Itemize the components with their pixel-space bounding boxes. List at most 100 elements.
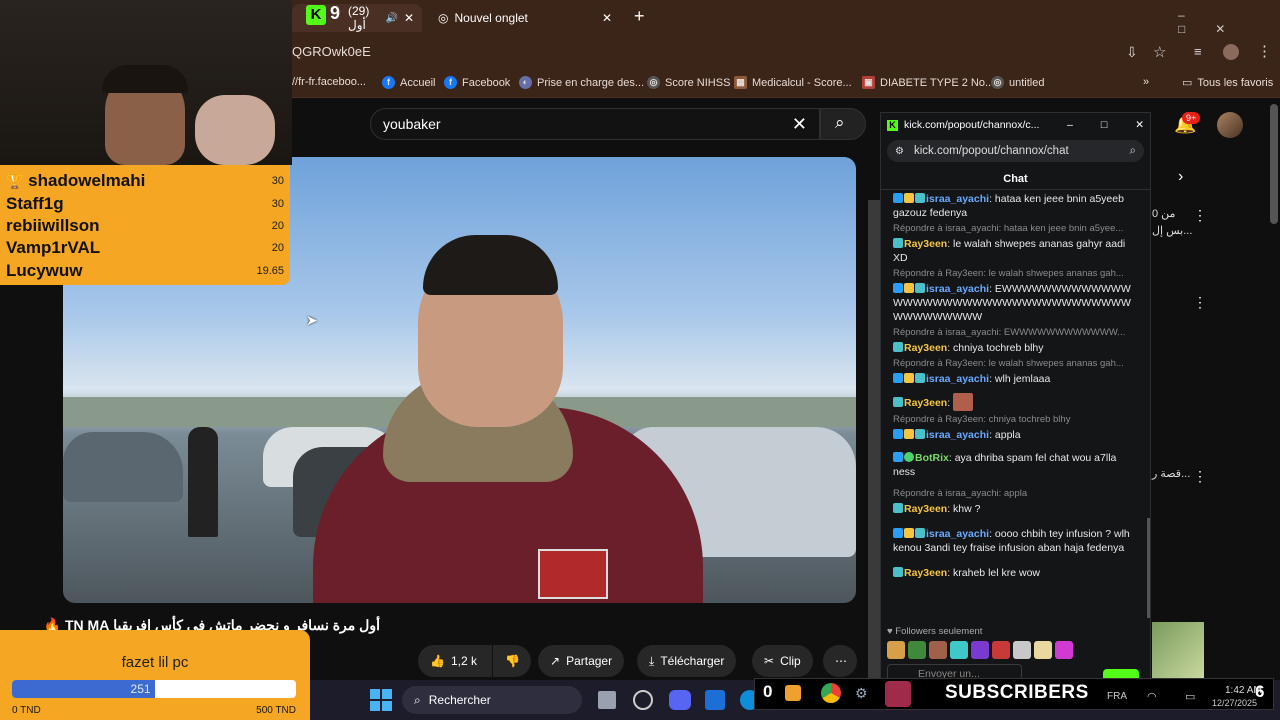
emote-icon[interactable] — [1013, 641, 1031, 659]
start-icon[interactable] — [370, 689, 392, 711]
more-actions-button[interactable]: ⋯ — [823, 645, 857, 677]
bookmark-item[interactable]: f Facebook — [444, 76, 510, 89]
crown-icon — [904, 373, 914, 383]
chevron-right-icon[interactable]: › — [1178, 168, 1183, 186]
search-icon: ⌕ — [835, 113, 845, 132]
profile-avatar[interactable] — [1223, 44, 1239, 60]
steam-icon: ⚙ — [855, 685, 868, 701]
maximize-icon[interactable]: □ — [1101, 119, 1107, 131]
app-icon[interactable] — [705, 690, 725, 710]
dislike-button[interactable]: 👎 — [493, 645, 531, 677]
reply-context[interactable]: Répondre à israa_ayachi: hataa ken jeee … — [881, 223, 1150, 234]
window-controls[interactable]: –□✕ — [1178, 8, 1280, 36]
task-view-icon[interactable] — [598, 691, 616, 709]
chat-message: Ray3een: khw ? — [881, 502, 1150, 516]
bookmark-item[interactable]: ▣ DIABETE TYPE 2 No... — [862, 76, 994, 89]
subs-right-count: 6 — [1255, 682, 1265, 701]
bookmark-item[interactable]: //fr-fr.faceboo... — [292, 76, 366, 88]
bookmark-item[interactable]: ◐ Prise en charge des... — [519, 76, 644, 89]
clear-search-icon[interactable]: ✕ — [792, 114, 807, 135]
sidebar-text: بس إل... — [1152, 225, 1193, 237]
bookmarks-overflow-icon[interactable]: » — [1143, 76, 1149, 88]
patch — [538, 549, 608, 599]
globe-icon: ◎ — [438, 11, 449, 25]
star-icon[interactable]: ☆ — [1153, 43, 1166, 61]
sub-badge-icon — [893, 503, 903, 513]
media-icon[interactable]: ≡ — [1194, 44, 1202, 59]
share-button[interactable]: ↗ Partager — [538, 645, 625, 677]
share-icon: ↗ — [550, 654, 561, 668]
search-value: youbaker — [383, 116, 441, 132]
reply-context[interactable]: Répondre à Ray3een: le walah shwepes ana… — [881, 268, 1150, 279]
wifi-icon[interactable]: ◠ — [1147, 690, 1157, 703]
more-icon[interactable]: ⋮ — [1193, 468, 1207, 485]
sidebar-text: من 0 — [1152, 208, 1176, 220]
chat-message: israa_ayachi: appla — [881, 428, 1150, 442]
trophy-icon: 🏆 — [6, 173, 24, 190]
kick-address-bar[interactable]: ⚙ kick.com/popout/channox/chat ⌕ — [887, 140, 1144, 162]
discord-icon[interactable] — [669, 690, 691, 710]
kick-logo-icon: K — [887, 119, 898, 131]
bookmark-item[interactable]: f Accueil — [382, 76, 435, 89]
subscribers-overlay: 0 ⚙ SUBSCRIBERS FRA ◠ ▭ 1:42 AM 12/27/20… — [754, 678, 1274, 710]
more-icon[interactable]: ⋮ — [1193, 207, 1207, 224]
menu-icon[interactable]: ⋮ — [1257, 42, 1272, 60]
reply-context[interactable]: Répondre à Ray3een: le walah shwepes ana… — [881, 358, 1150, 369]
bookmark-item[interactable]: ◎ Score NIHSS — [647, 76, 730, 89]
chat-scrollbar[interactable] — [1147, 518, 1150, 618]
emote-icon[interactable] — [929, 641, 947, 659]
notification-badge: 9+ — [1182, 112, 1201, 124]
leaderboard-row: Lucywuw 19.65 — [6, 260, 284, 280]
taskbar-search[interactable]: ⌕ Rechercher — [402, 686, 582, 714]
tab-close-icon[interactable]: ✕ — [404, 11, 414, 25]
tab-close-icon[interactable]: ✕ — [602, 11, 612, 25]
install-icon[interactable]: ⇩ — [1126, 44, 1138, 61]
tip-leaderboard: 🏆 shadowelmahi 30 Staff1g 30 rebiiwillso… — [0, 165, 290, 285]
emote-bar[interactable] — [887, 641, 1097, 661]
like-count: 1,2 k — [450, 654, 477, 668]
chat-header: Chat — [881, 168, 1150, 190]
reply-context[interactable]: Répondre à israa_ayachi: EWWWWWWWWWWWW..… — [881, 327, 1150, 338]
reply-context[interactable]: Répondre à Ray3een: chniya tochreb blhy — [881, 414, 1150, 425]
scrollbar[interactable] — [1270, 104, 1278, 224]
clip-button[interactable]: ✂ Clip — [752, 645, 813, 677]
globe-icon: ◎ — [991, 76, 1004, 89]
site-icon: ▣ — [862, 76, 875, 89]
search-button[interactable]: ⌕ — [820, 108, 866, 140]
bookmark-item[interactable]: ◎ untitled — [991, 76, 1044, 89]
emote-icon[interactable] — [1034, 641, 1052, 659]
chat-message: Ray3een: kraheb lel kre wow — [881, 566, 1150, 580]
avatar[interactable] — [1217, 112, 1243, 138]
emote-icon[interactable] — [950, 641, 968, 659]
search-input[interactable]: youbaker ✕ — [370, 108, 820, 140]
leaderboard-row: 🏆 shadowelmahi 30 — [6, 171, 284, 191]
like-button[interactable]: 👍 1,2 k — [418, 645, 492, 677]
audio-icon: 🔊 — [385, 12, 398, 24]
chatgpt-icon[interactable] — [633, 690, 653, 710]
mouse-cursor-icon: ➤ — [306, 312, 318, 328]
crown-icon — [904, 429, 914, 439]
url-text[interactable]: QGROwk0eE — [292, 44, 371, 59]
reply-context[interactable]: Répondre à israa_ayachi: appla — [881, 488, 1150, 499]
emote-icon[interactable] — [908, 641, 926, 659]
sidebar-thumbnail[interactable] — [1152, 622, 1204, 678]
battery-icon[interactable]: ▭ — [1185, 690, 1195, 703]
subs-left-count: 0 — [763, 682, 773, 701]
all-favorites[interactable]: ▭ Tous les favoris — [1182, 76, 1273, 90]
bookmark-item[interactable]: ▦ Medicalcul - Score... — [734, 76, 852, 89]
language-indicator[interactable]: FRA — [1107, 691, 1127, 702]
minimize-icon[interactable]: – — [1067, 119, 1073, 131]
new-tab-icon[interactable]: + — [634, 6, 645, 27]
download-button[interactable]: ⤓ Télécharger — [637, 645, 737, 677]
emote-icon[interactable] — [971, 641, 989, 659]
badge-icon — [893, 283, 903, 293]
badge-icon — [893, 193, 903, 203]
tab-title: (29) أول — [348, 4, 370, 32]
emote-icon[interactable] — [1055, 641, 1073, 659]
close-icon[interactable]: ✕ — [1135, 119, 1144, 131]
more-icon[interactable]: ⋮ — [1193, 294, 1207, 311]
search-icon: ⌕ — [1129, 144, 1136, 157]
emote-icon[interactable] — [992, 641, 1010, 659]
emote-icon[interactable] — [887, 641, 905, 659]
tab-new-tab[interactable]: ◎ Nouvel onglet ✕ — [430, 4, 620, 32]
